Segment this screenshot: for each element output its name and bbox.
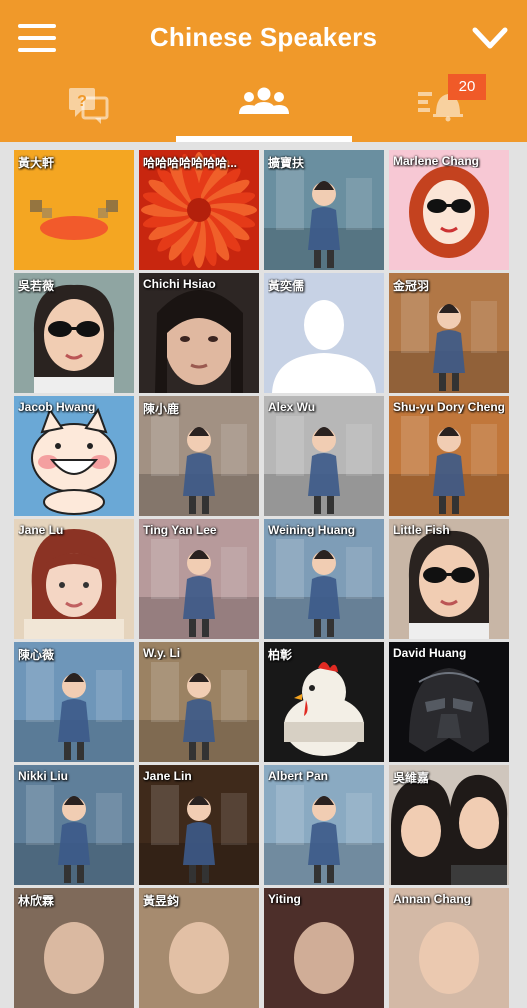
app-header: Chinese Speakers ? 20 <box>0 0 527 142</box>
member-avatar <box>264 519 384 639</box>
member-tile[interactable]: David Huang <box>389 642 509 762</box>
member-name: Jane Lin <box>143 769 192 783</box>
member-avatar <box>389 642 509 762</box>
member-avatar <box>139 273 259 393</box>
tab-notifications[interactable]: 20 <box>352 72 527 142</box>
member-tile[interactable]: 林欣霖 <box>14 888 134 1008</box>
member-tile[interactable]: 陳心薇 <box>14 642 134 762</box>
member-tile[interactable]: Albert Pan <box>264 765 384 885</box>
member-name: Chichi Hsiao <box>143 277 216 291</box>
member-tile[interactable]: Alex Wu <box>264 396 384 516</box>
member-name: Jane Lu <box>18 523 64 537</box>
tab-questions[interactable]: ? <box>0 72 175 142</box>
member-avatar <box>139 519 259 639</box>
notification-count-badge: 20 <box>448 74 486 100</box>
member-tile[interactable]: Yiting <box>264 888 384 1008</box>
member-name: W.y. Li <box>143 646 181 660</box>
member-avatar <box>389 150 509 270</box>
member-tile[interactable]: Chichi Hsiao <box>139 273 259 393</box>
page-title: Chinese Speakers <box>149 22 378 52</box>
member-name: 林欣霖 <box>18 894 55 908</box>
member-name: 陳心薇 <box>18 648 55 662</box>
people-group-icon <box>238 87 289 114</box>
member-name: Alex Wu <box>268 400 316 414</box>
member-tile[interactable]: 陳小鹿 <box>139 396 259 516</box>
member-tile[interactable]: 吳維嘉 <box>389 765 509 885</box>
member-tile[interactable]: 柏彰 <box>264 642 384 762</box>
svg-text:?: ? <box>77 93 87 110</box>
member-avatar <box>14 765 134 885</box>
member-avatar <box>139 642 259 762</box>
member-tile[interactable]: Marlene Chang <box>389 150 509 270</box>
member-name: Little Fish <box>393 523 450 537</box>
member-name: 黃昱鈞 <box>143 894 180 908</box>
member-avatar <box>139 765 259 885</box>
member-name: 黃奕儒 <box>268 279 305 293</box>
member-name: Annan Chang <box>393 892 471 906</box>
member-avatar <box>14 519 134 639</box>
member-tile[interactable]: 吳若薇 <box>14 273 134 393</box>
tab-bar: ? 20 <box>0 72 527 142</box>
member-tile[interactable]: 黃奕儒 <box>264 273 384 393</box>
member-name: Ting Yan Lee <box>143 523 217 537</box>
member-tile[interactable]: Nikki Liu <box>14 765 134 885</box>
member-name: Nikki Liu <box>18 769 69 783</box>
member-name: 吳維嘉 <box>393 771 430 785</box>
member-name: 哈哈哈哈哈哈哈... <box>143 156 238 170</box>
member-avatar <box>264 765 384 885</box>
member-avatar <box>264 396 384 516</box>
member-name: 金冠羽 <box>393 279 430 293</box>
member-tile[interactable]: Jane Lin <box>139 765 259 885</box>
member-name: 吳若薇 <box>18 279 55 293</box>
member-tile[interactable]: Weining Huang <box>264 519 384 639</box>
member-avatar <box>389 396 509 516</box>
member-grid: 黃大軒 哈哈哈哈哈哈哈... 擴寶扶 Marlene Chang 吳若薇 Chi… <box>14 150 514 1008</box>
member-tile[interactable]: 黃大軒 <box>14 150 134 270</box>
member-avatar <box>264 888 384 1008</box>
member-tile[interactable]: Annan Chang <box>389 888 509 1008</box>
member-tile[interactable]: 金冠羽 <box>389 273 509 393</box>
member-tile[interactable]: 黃昱鈞 <box>139 888 259 1008</box>
member-name: David Huang <box>393 646 467 660</box>
member-avatar <box>14 396 134 516</box>
tab-members[interactable] <box>176 72 352 142</box>
member-tile[interactable]: W.y. Li <box>139 642 259 762</box>
chevron-down-icon[interactable] <box>471 22 509 54</box>
member-name: Weining Huang <box>268 523 356 537</box>
member-name: Albert Pan <box>268 769 329 783</box>
member-tile[interactable]: 哈哈哈哈哈哈哈... <box>139 150 259 270</box>
member-name: 陳小鹿 <box>143 402 180 416</box>
member-tile[interactable]: Jane Lu <box>14 519 134 639</box>
member-name: Jacob Hwang <box>18 400 96 414</box>
member-name: 擴寶扶 <box>268 156 305 170</box>
member-tile[interactable]: Shu-yu Dory Cheng <box>389 396 509 516</box>
member-name: 柏彰 <box>268 648 293 662</box>
question-chat-icon: ? <box>68 88 108 124</box>
member-name: 黃大軒 <box>18 156 55 170</box>
member-name: Shu-yu Dory Cheng <box>393 400 505 414</box>
member-avatar <box>389 519 509 639</box>
member-name: Marlene Chang <box>393 154 480 168</box>
member-tile[interactable]: Little Fish <box>389 519 509 639</box>
member-tile[interactable]: Jacob Hwang <box>14 396 134 516</box>
member-tile[interactable]: 擴寶扶 <box>264 150 384 270</box>
member-avatar <box>389 888 509 1008</box>
active-tab-indicator <box>176 136 352 142</box>
member-tile[interactable]: Ting Yan Lee <box>139 519 259 639</box>
member-name: Yiting <box>268 892 301 906</box>
